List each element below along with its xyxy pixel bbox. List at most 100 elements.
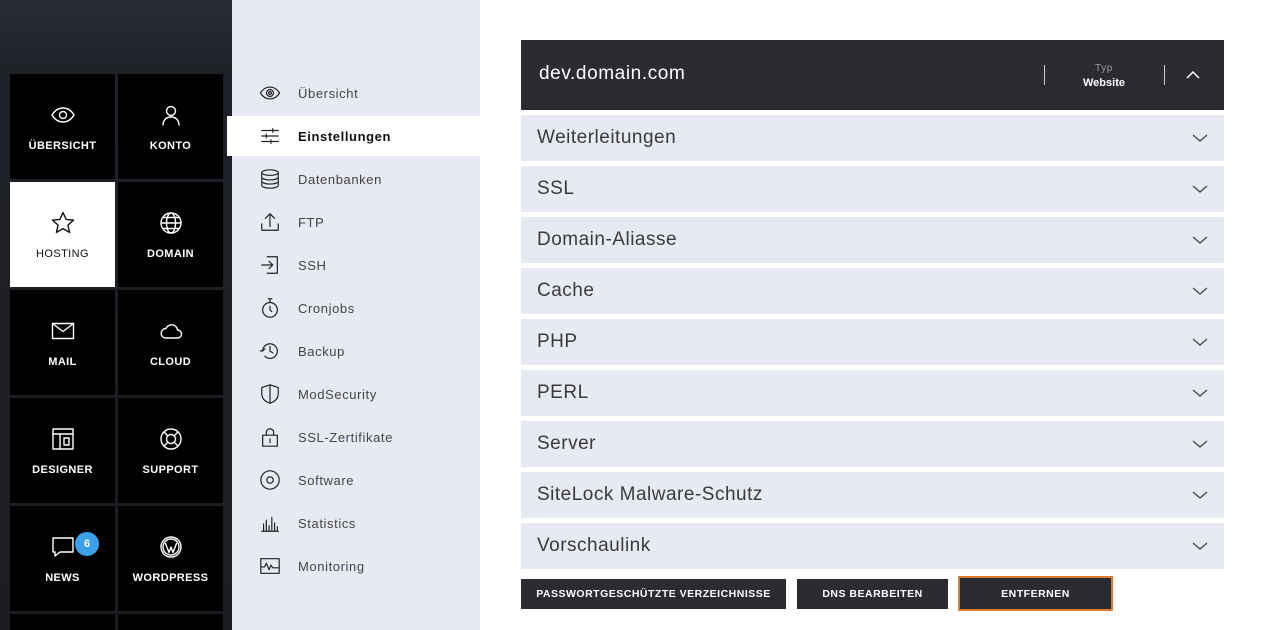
section-label: SiteLock Malware-Schutz: [537, 484, 763, 505]
section-weiterleitungen[interactable]: Weiterleitungen: [521, 115, 1224, 161]
rail-tile-wordpress[interactable]: WORDPRESS: [118, 506, 223, 611]
submenu-item-label: FTP: [298, 214, 325, 230]
globe-icon: [159, 211, 182, 234]
hosting-submenu: Übersicht Einstellungen Datenbanken FTP …: [227, 0, 480, 630]
rail-tile-label: NEWS: [45, 571, 80, 584]
chevron-down-icon: [1192, 131, 1208, 145]
submenu-item-label: Software: [298, 472, 355, 488]
submenu-item-statistics[interactable]: Statistics: [232, 503, 480, 543]
section-php[interactable]: PHP: [521, 319, 1224, 365]
upload-icon: [261, 213, 279, 231]
section-cache[interactable]: Cache: [521, 268, 1224, 314]
database-icon: [261, 169, 279, 189]
rail-tile-mail[interactable]: MAIL: [10, 290, 115, 395]
login-icon: [261, 256, 278, 274]
section-server[interactable]: Server: [521, 421, 1224, 467]
disc-icon: [260, 470, 280, 490]
rail-tile-designer[interactable]: DESIGNER: [10, 398, 115, 503]
rail-tile-domain[interactable]: DOMAIN: [118, 182, 223, 287]
submenu-item-ssl-zertifikate[interactable]: SSL-Zertifikate: [232, 417, 480, 457]
protected-directories-button[interactable]: PASSWORTGESCHÜTZTE VERZEICHNISSE: [521, 579, 786, 609]
submenu-item-datenbanken[interactable]: Datenbanken: [232, 159, 480, 199]
submenu-item-label: ModSecurity: [298, 386, 377, 402]
bar-chart-icon: [261, 516, 279, 532]
rail-tile-label: MAIL: [48, 355, 77, 368]
submenu-item-label: Cronjobs: [298, 300, 355, 316]
rail-tile-label: HOSTING: [36, 247, 89, 260]
chevron-down-icon: [1192, 386, 1208, 400]
rail-tile-label: ÜBERSICHT: [28, 139, 97, 152]
shield-icon: [261, 384, 279, 404]
eye-icon: [50, 106, 75, 123]
header-divider: [1044, 65, 1045, 85]
notification-badge: 6: [75, 532, 99, 556]
rail-tile-konto[interactable]: KONTO: [118, 74, 223, 179]
rail-tile-support[interactable]: SUPPORT: [118, 398, 223, 503]
eye-icon: [259, 86, 281, 100]
rail-tile-label: WORDPRESS: [132, 571, 209, 584]
user-icon: [161, 105, 180, 126]
chat-icon: [51, 536, 74, 557]
rail-tile-more[interactable]: [118, 614, 223, 630]
section-label: PERL: [537, 382, 589, 403]
submenu-item-uebersicht[interactable]: Übersicht: [232, 73, 480, 113]
lifebuoy-icon: [159, 427, 182, 450]
cloud-icon: [160, 323, 182, 339]
submenu-item-label: Übersicht: [298, 85, 359, 101]
pulse-icon: [260, 558, 280, 574]
chevron-down-icon: [1192, 488, 1208, 502]
section-sitelock-malware-schutz[interactable]: SiteLock Malware-Schutz: [521, 472, 1224, 518]
section-label: Cache: [537, 280, 595, 301]
rail-tile-more[interactable]: [10, 614, 115, 630]
rail-tile-uebersicht[interactable]: ÜBERSICHT: [10, 74, 115, 179]
section-label: SSL: [537, 178, 575, 199]
submenu-item-label: Statistics: [298, 515, 357, 531]
chevron-down-icon: [1192, 233, 1208, 247]
chevron-up-icon[interactable]: [1185, 67, 1201, 83]
submenu-item-label: Datenbanken: [298, 171, 382, 187]
section-label: PHP: [537, 331, 578, 352]
type-value: Website: [1083, 77, 1125, 89]
section-ssl[interactable]: SSL: [521, 166, 1224, 212]
rail-tile-label: DESIGNER: [32, 463, 93, 476]
section-label: Server: [537, 433, 596, 454]
submenu-item-label: Einstellungen: [298, 128, 392, 144]
rail-tile-cloud[interactable]: CLOUD: [118, 290, 223, 395]
sliders-icon: [261, 128, 279, 144]
rail-tile-label: SUPPORT: [142, 463, 199, 476]
submenu-item-modsecurity[interactable]: ModSecurity: [232, 374, 480, 414]
chevron-down-icon: [1192, 182, 1208, 196]
app-window: ÜBERSICHT KONTO HOSTING DOMAIN MAIL CLOU…: [0, 0, 1264, 630]
mail-icon: [51, 322, 74, 339]
submenu-item-einstellungen[interactable]: Einstellungen: [227, 116, 480, 156]
wordpress-icon: [159, 535, 182, 558]
submenu-item-label: Backup: [298, 343, 345, 359]
section-label: Vorschaulink: [537, 535, 651, 556]
type-label: Typ: [1095, 63, 1113, 74]
submenu-item-monitoring[interactable]: Monitoring: [232, 546, 480, 586]
section-domain-aliasse[interactable]: Domain-Aliasse: [521, 217, 1224, 263]
dns-edit-button[interactable]: DNS BEARBEITEN: [797, 579, 948, 609]
submenu-item-backup[interactable]: Backup: [232, 331, 480, 371]
lock-icon: [262, 428, 278, 447]
section-perl[interactable]: PERL: [521, 370, 1224, 416]
rail-tile-label: CLOUD: [149, 355, 192, 368]
submenu-item-label: SSL-Zertifikate: [298, 429, 393, 445]
section-label: Weiterleitungen: [537, 127, 677, 148]
rail-tile-label: KONTO: [149, 139, 192, 152]
rail-tile-hosting[interactable]: HOSTING: [10, 182, 115, 287]
submenu-item-label: Monitoring: [298, 558, 365, 574]
rail-tile-label: DOMAIN: [146, 247, 194, 260]
main-navigation-rail: ÜBERSICHT KONTO HOSTING DOMAIN MAIL CLOU…: [0, 0, 232, 630]
submenu-item-cronjobs[interactable]: Cronjobs: [232, 288, 480, 328]
submenu-item-software[interactable]: Software: [232, 460, 480, 500]
star-icon: [51, 211, 74, 233]
history-icon: [259, 343, 278, 359]
submenu-item-ssh[interactable]: SSH: [232, 245, 480, 285]
rail-tile-news[interactable]: NEWS 6: [10, 506, 115, 611]
header-divider: [1164, 65, 1165, 85]
domain-header: dev.domain.com Typ Website: [521, 40, 1224, 110]
section-vorschaulink[interactable]: Vorschaulink: [521, 523, 1224, 569]
submenu-item-ftp[interactable]: FTP: [232, 202, 480, 242]
remove-button[interactable]: ENTFERNEN: [958, 576, 1113, 611]
